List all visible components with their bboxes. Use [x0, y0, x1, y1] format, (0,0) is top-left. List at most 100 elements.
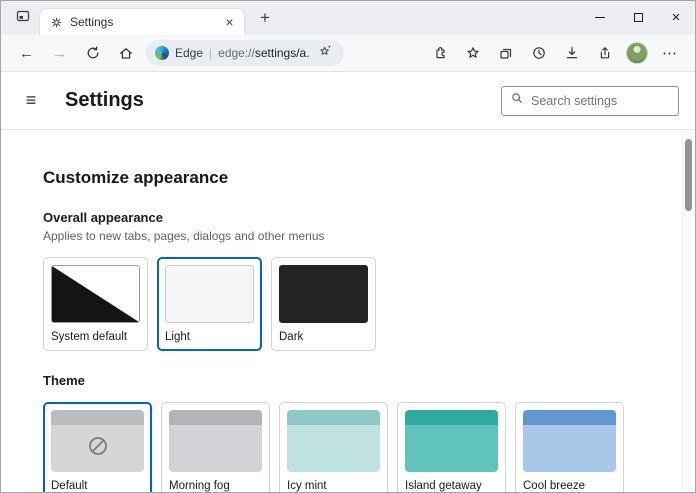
plus-icon: + [260, 8, 270, 28]
share-icon [597, 45, 613, 61]
theme-card-label: Default [51, 480, 144, 492]
theme-preview [287, 410, 380, 472]
page-title: Settings [65, 89, 144, 112]
tab-actions-icon [15, 8, 31, 29]
address-bar[interactable]: Edge | edge://settings/a... [146, 40, 344, 66]
edge-logo-icon [155, 46, 169, 60]
appearance-card-light[interactable]: Light [157, 257, 262, 351]
theme-card-icy-mint[interactable]: Icy mint [279, 402, 388, 492]
theme-card-label: Cool breeze [523, 480, 616, 492]
maximize-button[interactable] [619, 1, 657, 33]
minimize-icon [595, 17, 605, 18]
refresh-icon [85, 45, 101, 61]
theme-preview [405, 410, 498, 472]
theme-card-label: Icy mint [287, 480, 380, 492]
overall-appearance-title: Overall appearance [43, 210, 665, 225]
new-tab-button[interactable]: + [252, 5, 278, 31]
appearance-card-system-default[interactable]: System default [43, 257, 148, 351]
theme-options: Default Morning fog Icy mint [43, 402, 665, 492]
settings-menu-button[interactable]: ≡ [17, 87, 45, 115]
settings-content: Customize appearance Overall appearance … [1, 130, 695, 492]
close-icon: × [225, 14, 233, 30]
settings-tab[interactable]: Settings × [39, 8, 245, 35]
more-menu-button[interactable]: ⋯ [653, 39, 686, 67]
overall-appearance-options: System default Light Dark [43, 257, 665, 351]
url-path: settings/a... [255, 46, 309, 60]
download-icon [564, 45, 580, 61]
dark-preview [279, 265, 368, 323]
scrollbar-track[interactable] [682, 131, 694, 491]
theme-card-island-getaway[interactable]: Island getaway [397, 402, 506, 492]
theme-card-default[interactable]: Default [43, 402, 152, 492]
theme-preview-body [169, 425, 262, 472]
extensions-icon [432, 45, 448, 61]
theme-title: Theme [43, 373, 665, 388]
light-preview [165, 265, 254, 323]
settings-search-box [501, 86, 679, 116]
settings-search-input[interactable] [531, 94, 670, 108]
url-text: edge://settings/a... [218, 46, 309, 60]
site-label: Edge [175, 46, 203, 60]
theme-card-morning-fog[interactable]: Morning fog [161, 402, 270, 492]
section-heading: Customize appearance [43, 168, 665, 188]
theme-preview-body [405, 425, 498, 472]
theme-preview [523, 410, 616, 472]
system-default-preview [51, 265, 140, 323]
share-button[interactable] [588, 39, 621, 67]
theme-preview-header [287, 410, 380, 425]
close-icon: × [672, 10, 681, 25]
more-icon: ⋯ [662, 44, 677, 62]
tab-bar: Settings × + × [1, 1, 695, 35]
maximize-icon [634, 13, 643, 22]
theme-preview-header [169, 410, 262, 425]
theme-preview [169, 410, 262, 472]
theme-preview-header [405, 410, 498, 425]
forward-icon: → [52, 45, 67, 62]
tab-actions-button[interactable] [11, 6, 35, 30]
history-clock-icon [531, 45, 547, 61]
gear-icon [50, 16, 63, 29]
profile-avatar[interactable] [626, 42, 648, 64]
window-controls: × [581, 1, 695, 33]
collections-icon [498, 45, 514, 61]
refresh-button[interactable] [76, 39, 109, 67]
favorites-star-icon [465, 45, 481, 61]
minimize-button[interactable] [581, 1, 619, 33]
favorites-button[interactable] [456, 39, 489, 67]
theme-preview-body [523, 425, 616, 472]
star-sparkle-icon [318, 43, 333, 63]
appearance-card-label: Dark [279, 331, 368, 343]
appearance-card-label: Light [165, 331, 254, 343]
appearance-card-dark[interactable]: Dark [271, 257, 376, 351]
scrollbar-thumb[interactable] [685, 139, 692, 211]
url-scheme: edge:// [218, 46, 255, 60]
hamburger-icon: ≡ [26, 90, 37, 111]
theme-preview-header [523, 410, 616, 425]
theme-preview [51, 410, 144, 472]
close-window-button[interactable]: × [657, 1, 695, 33]
settings-header: ≡ Settings [1, 72, 695, 130]
overall-appearance-description: Applies to new tabs, pages, dialogs and … [43, 229, 665, 243]
downloads-button[interactable] [555, 39, 588, 67]
tab-close-button[interactable]: × [221, 14, 238, 31]
back-button[interactable]: ← [10, 39, 43, 67]
appearance-card-label: System default [51, 331, 140, 343]
extensions-button[interactable] [423, 39, 456, 67]
theme-preview-body [287, 425, 380, 472]
home-icon [118, 45, 134, 61]
browser-window: Settings × + × ← → [0, 0, 696, 493]
address-divider: | [209, 46, 212, 60]
tab-title: Settings [70, 15, 214, 29]
theme-card-cool-breeze[interactable]: Cool breeze [515, 402, 624, 492]
add-favorite-button[interactable] [315, 43, 335, 63]
theme-card-label: Morning fog [169, 480, 262, 492]
forward-button[interactable]: → [43, 39, 76, 67]
collections-button[interactable] [489, 39, 522, 67]
history-button[interactable] [522, 39, 555, 67]
theme-card-label: Island getaway [405, 480, 498, 492]
theme-preview-header [51, 410, 144, 425]
back-icon: ← [19, 45, 34, 62]
no-theme-icon [87, 435, 109, 462]
browser-toolbar: ← → Edge | edge://settings/a... [1, 35, 695, 72]
home-button[interactable] [109, 39, 142, 67]
